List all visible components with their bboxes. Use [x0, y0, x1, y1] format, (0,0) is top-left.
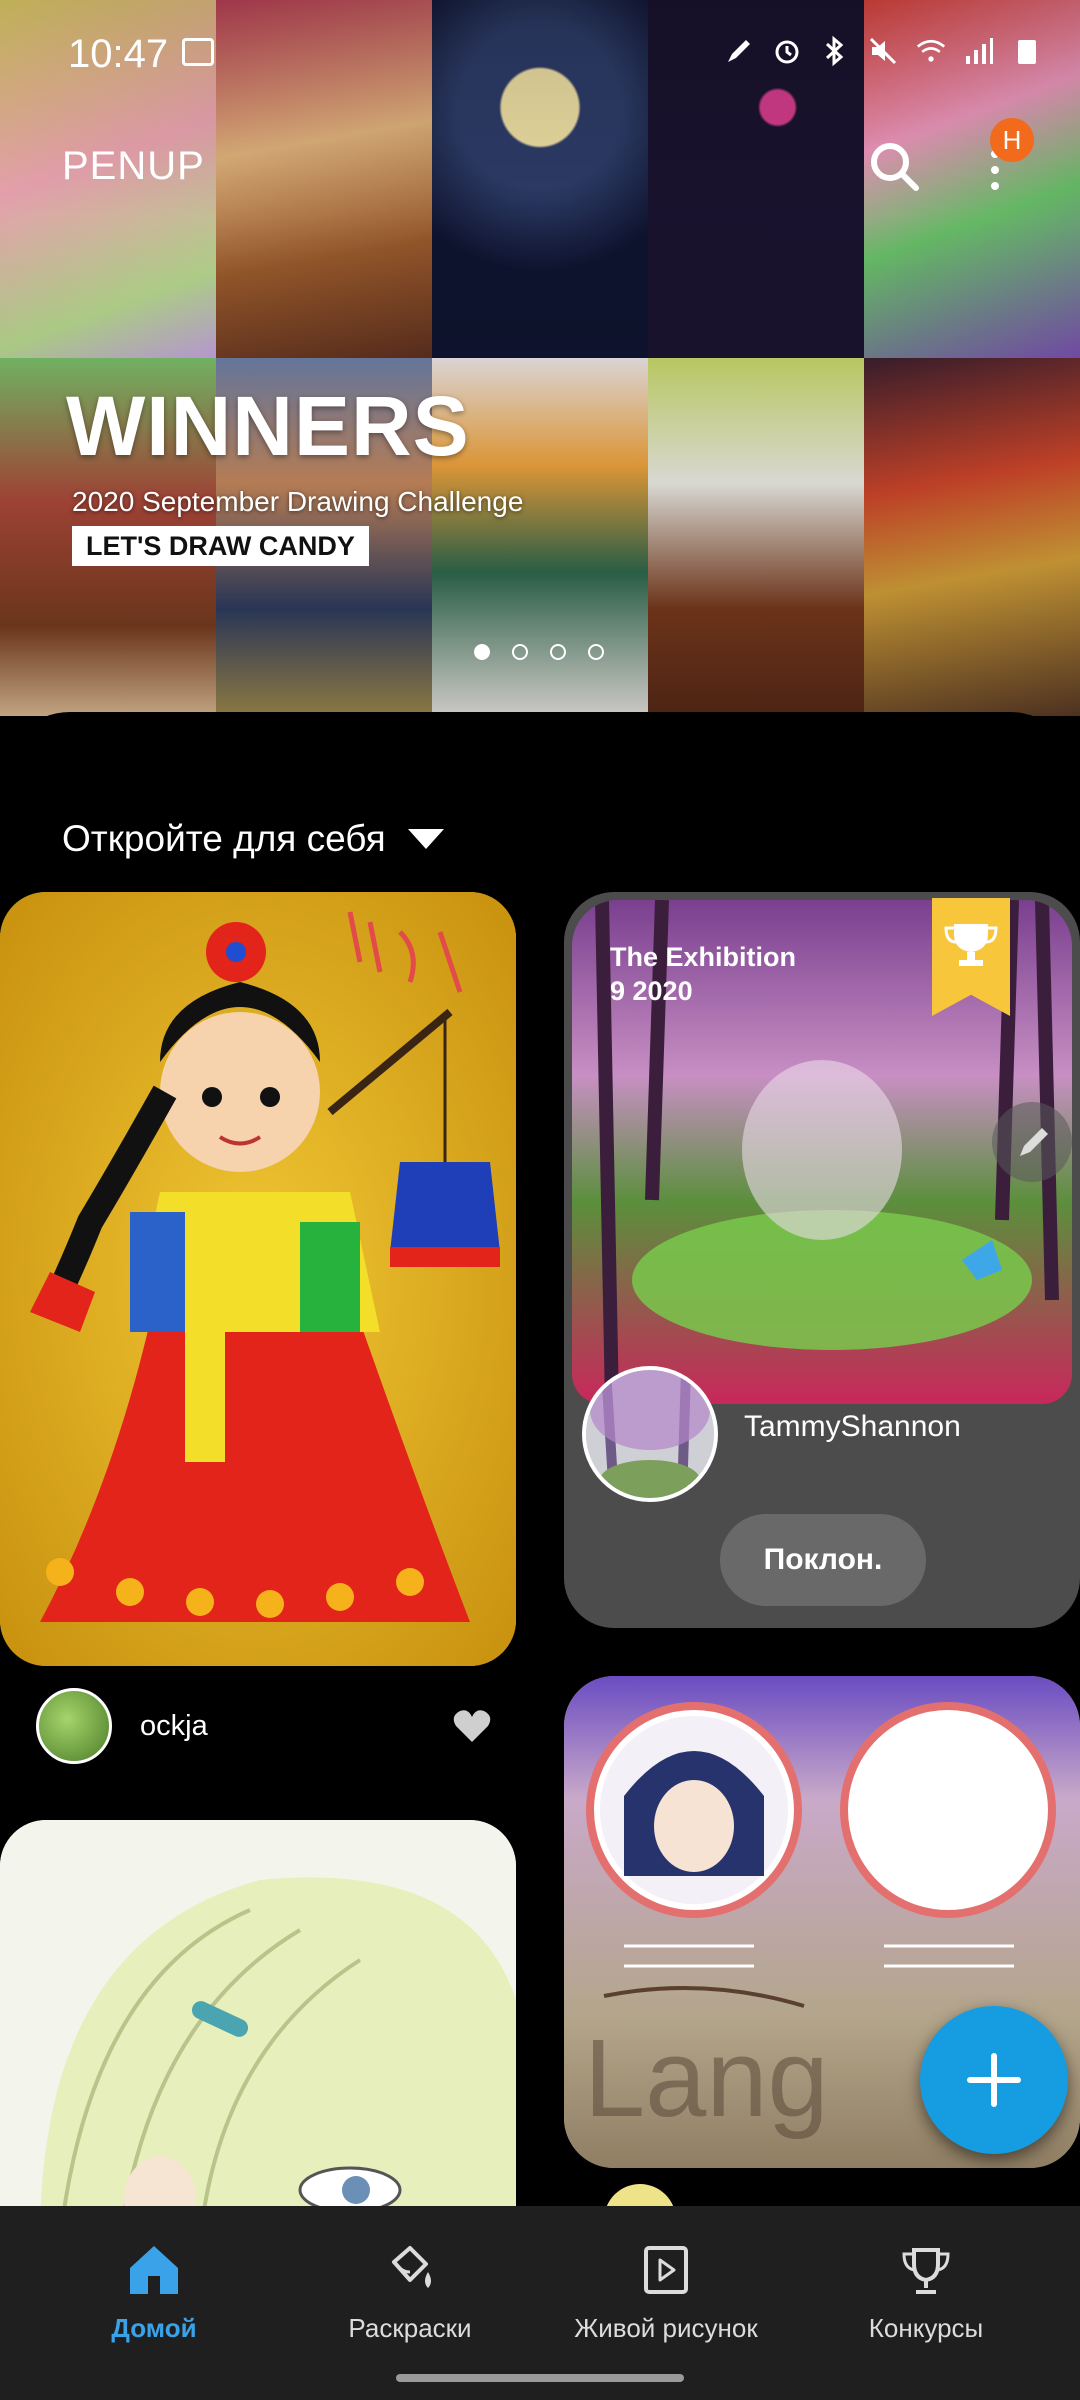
battery-icon: [1012, 34, 1042, 68]
feed-filter-label: Откройте для себя: [62, 818, 386, 859]
nav-home[interactable]: Домой: [24, 2242, 284, 2352]
create-fab[interactable]: [920, 2006, 1068, 2154]
search-button[interactable]: [864, 136, 926, 198]
notification-badge[interactable]: H: [990, 118, 1034, 162]
banner-subtitle: 2020 September Drawing Challenge: [72, 486, 524, 517]
nav-home-label: Домой: [111, 2313, 197, 2343]
banner-page-indicator: [474, 644, 604, 660]
nav-coloring-label: Раскраски: [348, 2313, 472, 2343]
nav-contests[interactable]: Конкурсы: [796, 2242, 1056, 2352]
page-dot[interactable]: [550, 644, 566, 660]
author-name[interactable]: ockja: [140, 1710, 208, 1743]
mute-icon: [868, 34, 898, 68]
nav-live-drawing-label: Живой рисунок: [574, 2313, 758, 2343]
artist-avatar[interactable]: [582, 1366, 718, 1502]
alarm-icon: [772, 34, 802, 68]
pencil-icon: [1020, 1128, 1048, 1156]
page-dot[interactable]: [474, 644, 490, 660]
dropdown-arrow-icon: [407, 829, 444, 849]
svg-text:Lang: Lang: [584, 2017, 829, 2140]
paint-bucket-icon: [392, 2246, 431, 2288]
status-icons: [724, 34, 1042, 68]
nav-coloring[interactable]: Раскраски: [280, 2242, 540, 2352]
banner-theme-tag: LET'S DRAW CANDY: [72, 526, 369, 566]
artwork-card[interactable]: [0, 892, 516, 1666]
trophy-icon: [902, 2248, 950, 2294]
author-avatar[interactable]: [36, 1688, 112, 1764]
bow-button[interactable]: Поклон.: [720, 1514, 926, 1606]
nav-live-drawing[interactable]: Живой рисунок: [536, 2242, 796, 2352]
artwork-image: [0, 1820, 516, 2240]
artwork-image: [0, 892, 516, 1666]
feed-filter-dropdown[interactable]: Откройте для себя: [62, 818, 444, 860]
hero-banner[interactable]: 10:47 PENUP H WINNERS 2020 September Dra…: [0, 0, 1080, 716]
status-bar: 10:47: [0, 0, 1080, 110]
trophy-icon: [944, 924, 998, 966]
home-icon: [130, 2246, 178, 2294]
pen-icon: [724, 34, 754, 68]
artist-name[interactable]: TammyShannon: [744, 1410, 961, 1444]
exhibition-date: 9 2020: [610, 976, 693, 1006]
exhibition-title: The Exhibition: [610, 942, 796, 972]
play-icon: [644, 2246, 688, 2294]
status-time: 10:47: [68, 32, 169, 76]
heart-icon[interactable]: [452, 1708, 492, 1744]
page-dot[interactable]: [512, 644, 528, 660]
nav-contests-label: Конкурсы: [868, 2313, 984, 2343]
edit-button[interactable]: [992, 1102, 1072, 1182]
post-author-row[interactable]: ockja: [36, 1688, 496, 1764]
wifi-icon: [916, 34, 946, 68]
plus-icon: [967, 2053, 1021, 2107]
exhibition-title-block: The Exhibition 9 2020: [610, 940, 796, 1008]
banner-title: WINNERS: [66, 379, 470, 473]
gallery-notification-icon: [182, 38, 214, 66]
exhibition-card[interactable]: The Exhibition 9 2020 TammyShannon Покло…: [564, 892, 1080, 1628]
home-gesture-bar[interactable]: [396, 2374, 684, 2382]
signal-icon: [964, 34, 994, 68]
app-title: PENUP: [62, 144, 205, 188]
bluetooth-icon: [820, 34, 850, 68]
page-dot[interactable]: [588, 644, 604, 660]
artwork-card[interactable]: [0, 1820, 516, 2240]
search-icon: [871, 143, 919, 191]
bottom-navigation: Домой Раскраски Живой рисунок Конкурсы: [0, 2206, 1080, 2400]
